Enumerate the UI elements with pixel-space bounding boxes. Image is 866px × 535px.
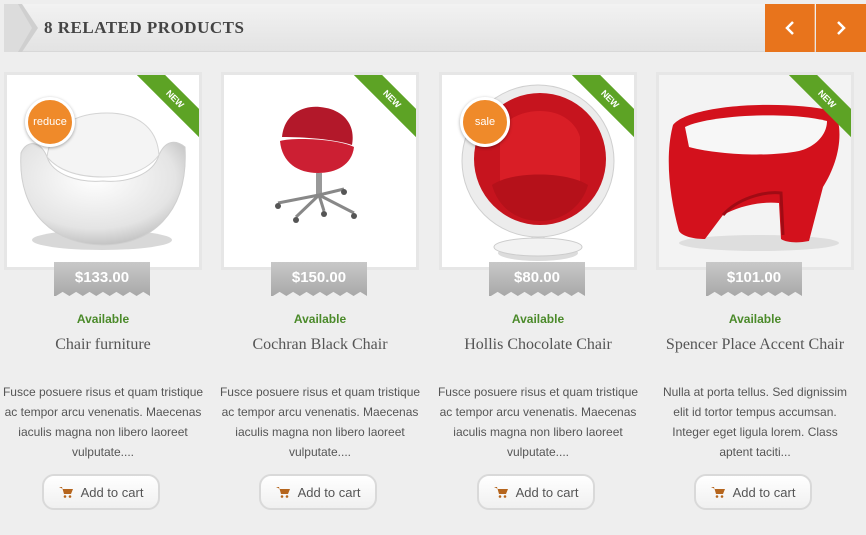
chevron-right-icon: [837, 21, 846, 35]
availability-status: Available: [293, 312, 347, 326]
add-to-cart-label: Add to cart: [297, 484, 361, 500]
carousel-next-button[interactable]: [816, 4, 866, 52]
sale-badge: sale: [460, 97, 510, 147]
add-to-cart-button[interactable]: Add to cart: [477, 474, 595, 510]
section-title: 8 RELATED PRODUCTS: [44, 18, 245, 37]
product-image[interactable]: NEW reduce: [4, 72, 202, 270]
product-name[interactable]: Spencer Place Accent Chair: [646, 336, 864, 354]
product-description: Fusce posuere risus et quam tristique ac…: [437, 385, 639, 459]
add-to-cart-label: Add to cart: [80, 484, 144, 500]
availability-status: Available: [728, 312, 782, 326]
product-description: Fusce posuere risus et quam tristique ac…: [2, 385, 204, 459]
product-card: NEW reduce $133.00 Available Chair furni…: [2, 72, 204, 532]
product-description: Fusce posuere risus et quam tristique ac…: [219, 385, 421, 459]
chevron-left-icon: [784, 21, 794, 35]
cart-icon: [58, 487, 73, 498]
cart-icon: [493, 487, 508, 498]
add-to-cart-button[interactable]: Add to cart: [42, 474, 160, 510]
price-tag: $133.00: [54, 262, 150, 296]
product-image[interactable]: NEW: [656, 72, 854, 270]
price-tag: $150.00: [271, 262, 367, 296]
price-tag: $80.00: [489, 262, 585, 296]
product-name[interactable]: Hollis Chocolate Chair: [429, 336, 647, 354]
cart-icon: [710, 487, 725, 498]
related-products-header: 8 RELATED PRODUCTS: [4, 4, 866, 52]
product-card: NEW $101.00 Available Spencer Place Acce…: [656, 72, 854, 532]
add-to-cart-label: Add to cart: [515, 484, 579, 500]
add-to-cart-button[interactable]: Add to cart: [259, 474, 377, 510]
cart-icon: [275, 487, 290, 498]
product-name[interactable]: Cochran Black Chair: [211, 336, 429, 354]
add-to-cart-button[interactable]: Add to cart: [694, 474, 812, 510]
carousel-prev-button[interactable]: [765, 4, 815, 52]
add-to-cart-label: Add to cart: [732, 484, 796, 500]
header-arrow-icon: [4, 4, 38, 52]
availability-status: Available: [511, 312, 565, 326]
product-card: NEW $150.00 Available Cochran Black Chai…: [219, 72, 421, 532]
product-description: Nulla at porta tellus. Sed dignissim eli…: [662, 385, 848, 459]
product-name[interactable]: Chair furniture: [0, 336, 212, 354]
price-tag: $101.00: [706, 262, 802, 296]
product-card: NEW sale $80.00 Available Hollis Chocola…: [437, 72, 639, 532]
product-image[interactable]: NEW sale: [439, 72, 637, 270]
reduce-badge: reduce: [25, 97, 75, 147]
product-image[interactable]: NEW: [221, 72, 419, 270]
availability-status: Available: [76, 312, 130, 326]
